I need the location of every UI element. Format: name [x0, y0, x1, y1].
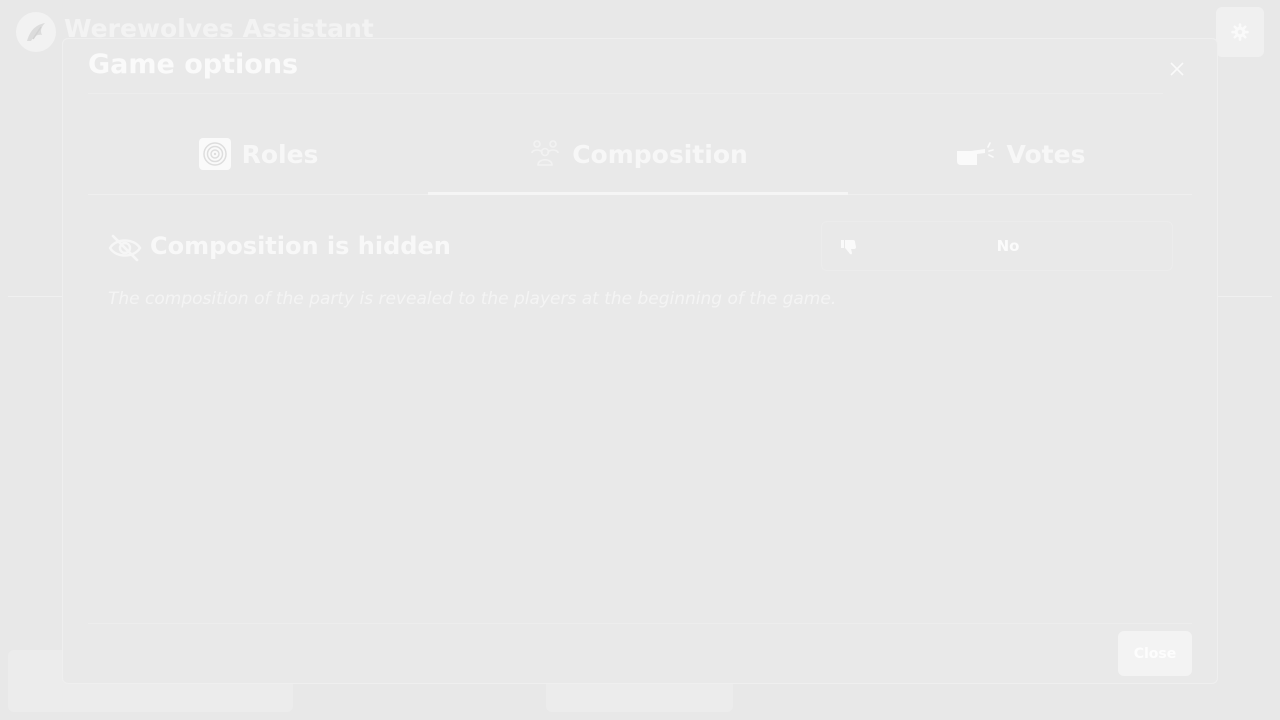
tab-votes-label: Votes — [1006, 139, 1086, 169]
settings-button[interactable] — [1216, 7, 1264, 57]
toggle-value: No — [996, 237, 1020, 255]
modal-footer-divider — [88, 623, 1192, 624]
tab-roles[interactable]: Roles — [88, 113, 428, 195]
active-tab-indicator — [428, 192, 848, 195]
options-tabs: Roles Composition Votes — [88, 113, 1192, 195]
modal-header-divider — [88, 93, 1163, 94]
tab-composition[interactable]: Composition — [428, 113, 848, 195]
people-group-icon — [528, 137, 562, 171]
spiral-icon — [198, 137, 232, 171]
gear-icon — [1231, 23, 1249, 41]
pointing-hand-icon — [955, 137, 997, 171]
page: Werewolves Assistant Game options Roles … — [0, 0, 1280, 720]
thumbs-down-icon — [840, 238, 858, 256]
eye-slash-icon — [108, 233, 142, 263]
option-description: The composition of the party is revealed… — [108, 289, 837, 309]
game-options-modal: Game options Roles Composition Votes Com… — [62, 38, 1218, 684]
tab-composition-label: Composition — [572, 139, 748, 169]
modal-title: Game options — [88, 49, 299, 80]
option-label: Composition is hidden — [150, 232, 451, 260]
composition-hidden-toggle[interactable]: No — [821, 221, 1173, 271]
tab-votes[interactable]: Votes — [848, 113, 1192, 195]
tab-roles-label: Roles — [241, 139, 319, 169]
werewolf-logo-icon — [16, 12, 56, 52]
close-button[interactable]: Close — [1118, 631, 1192, 676]
close-icon[interactable] — [1165, 57, 1189, 81]
